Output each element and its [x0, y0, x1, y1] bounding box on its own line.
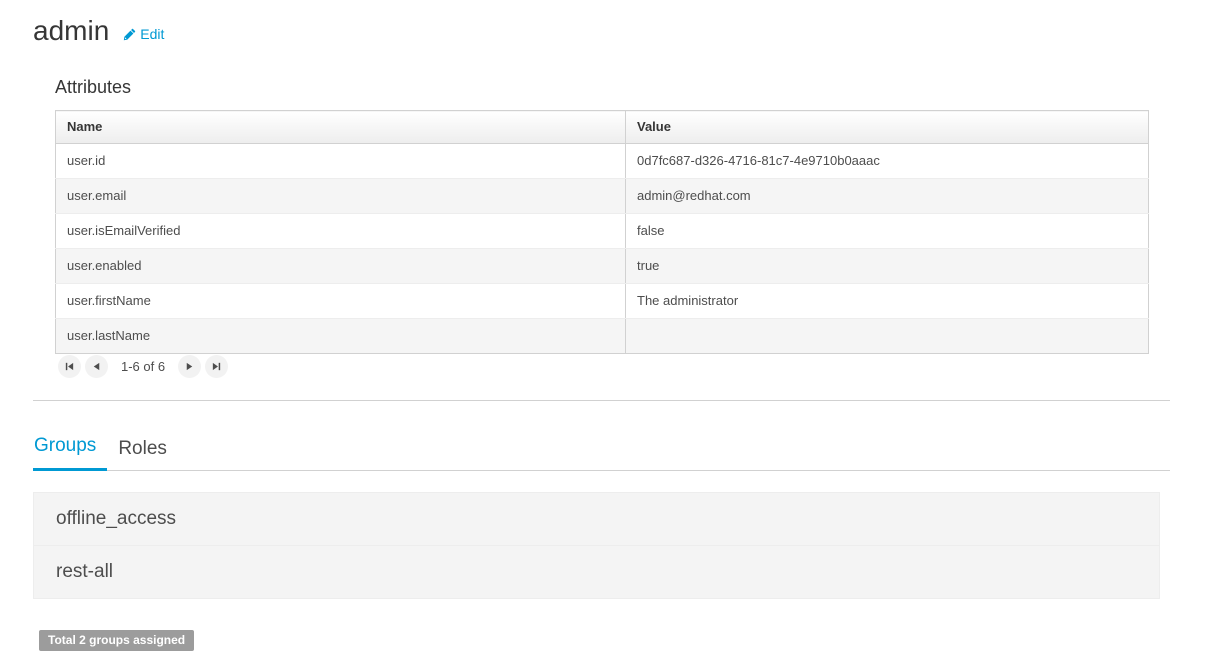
cell-attribute-name: user.lastName: [55, 318, 626, 354]
attributes-table-body: user.id 0d7fc687-d326-4716-81c7-4e9710b0…: [55, 143, 1149, 354]
table-row[interactable]: user.firstName The administrator: [55, 283, 1149, 319]
column-header-name: Name: [55, 110, 626, 144]
cell-attribute-name: user.id: [55, 143, 626, 179]
pagination-range-label: 1-6 of 6: [121, 359, 166, 374]
column-header-value: Value: [625, 110, 1149, 144]
tab-groups[interactable]: Groups: [33, 434, 108, 471]
attributes-pagination: 1-6 of 6: [58, 355, 229, 378]
edit-link-label: Edit: [140, 25, 165, 42]
table-row[interactable]: user.isEmailVerified false: [55, 213, 1149, 249]
next-page-icon[interactable]: [178, 355, 202, 378]
attributes-section: Attributes Name Value user.id 0d7fc687-d…: [55, 76, 1150, 354]
groups-list: offline_access rest-all: [33, 492, 1160, 599]
group-name: offline_access: [56, 508, 177, 529]
cell-attribute-name: user.firstName: [55, 283, 626, 319]
status-badge: Total 2 groups assigned: [39, 630, 195, 651]
tab-roles[interactable]: Roles: [107, 437, 178, 471]
edit-link[interactable]: Edit: [123, 26, 164, 42]
cell-attribute-name: user.email: [55, 178, 626, 214]
attributes-heading: Attributes: [55, 77, 132, 97]
last-page-icon[interactable]: [205, 355, 229, 378]
page-title: admin: [33, 15, 110, 46]
tab-bar: Groups Roles: [33, 434, 1170, 471]
table-row[interactable]: user.enabled true: [55, 248, 1149, 284]
page-header: admin Edit: [33, 14, 164, 48]
table-row[interactable]: user.email admin@redhat.com: [55, 178, 1149, 214]
section-divider: [33, 400, 1170, 401]
previous-page-icon[interactable]: [85, 355, 108, 378]
list-item[interactable]: rest-all: [34, 546, 1159, 599]
cell-attribute-value: true: [625, 248, 1149, 284]
attributes-table: Name Value user.id 0d7fc687-d326-4716-81…: [55, 110, 1149, 354]
table-row[interactable]: user.id 0d7fc687-d326-4716-81c7-4e9710b0…: [55, 143, 1149, 179]
cell-attribute-name: user.enabled: [55, 248, 626, 284]
cell-attribute-value: 0d7fc687-d326-4716-81c7-4e9710b0aaac: [625, 143, 1149, 179]
first-page-icon[interactable]: [58, 355, 81, 378]
attributes-table-head: Name Value: [55, 110, 1149, 144]
table-header-row: Name Value: [55, 110, 1149, 144]
cell-attribute-value: false: [625, 213, 1149, 249]
cell-attribute-value: admin@redhat.com: [625, 178, 1149, 214]
cell-attribute-value: The administrator: [625, 283, 1149, 319]
group-name: rest-all: [56, 561, 114, 582]
pencil-icon: [123, 28, 136, 41]
list-item[interactable]: offline_access: [34, 493, 1159, 546]
cell-attribute-value: [625, 318, 1149, 354]
cell-attribute-name: user.isEmailVerified: [55, 213, 626, 249]
table-row[interactable]: user.lastName: [55, 318, 1149, 354]
